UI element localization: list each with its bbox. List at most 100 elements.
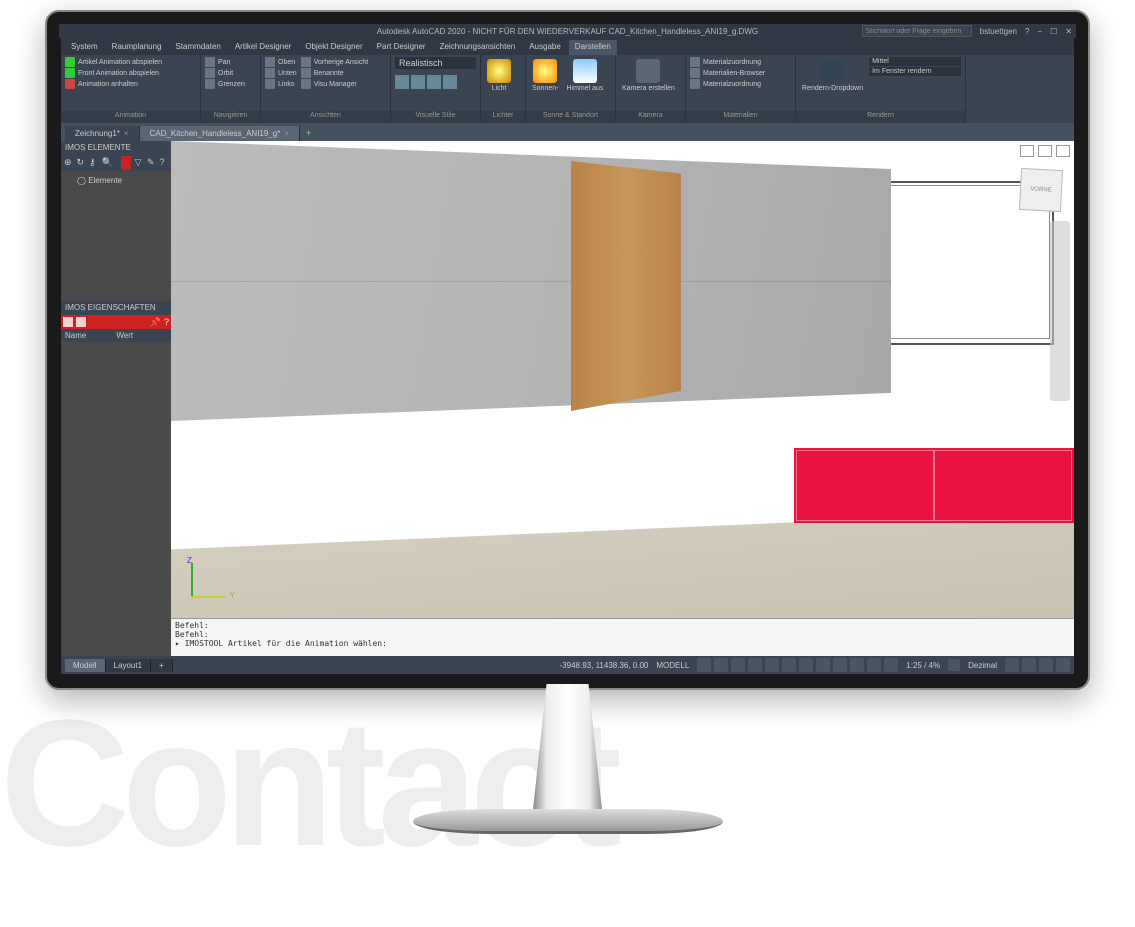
vstyle-icon[interactable] (427, 75, 441, 89)
dyn-toggle-icon[interactable] (799, 658, 813, 672)
new-tab-button[interactable]: + (300, 125, 317, 141)
grid-toggle-icon[interactable] (697, 658, 711, 672)
btn-mat-zuordnung[interactable]: Materialzuordnung (690, 57, 765, 67)
file-tab[interactable]: CAD_Kitchen_Handleless_ANI19_g*× (140, 126, 300, 141)
user-label[interactable]: bstuettgen (980, 27, 1017, 36)
qat-open-icon[interactable] (89, 29, 97, 37)
navigation-bar[interactable] (1050, 221, 1070, 401)
close-icon[interactable]: ✕ (1065, 27, 1072, 36)
tool-icon[interactable] (121, 156, 131, 170)
filter-icon[interactable]: ⚷ (89, 157, 97, 169)
trans-toggle-icon[interactable] (833, 658, 847, 672)
tool-icon[interactable] (63, 317, 73, 327)
btn-prev-view[interactable]: Vorherige Ansicht (301, 57, 368, 67)
vstyle-icon[interactable] (395, 75, 409, 89)
render-quality-dropdown[interactable]: Mittel (869, 57, 961, 66)
btn-links[interactable]: Links (265, 79, 297, 89)
wrench-icon[interactable]: ✎ (147, 157, 155, 169)
model-label[interactable]: MODELL (656, 661, 689, 670)
tree-node[interactable]: ◯ Elemente (65, 175, 167, 186)
file-tab[interactable]: Zeichnung1*× (65, 126, 140, 141)
visual-style-dropdown[interactable]: Realistisch (395, 57, 476, 69)
units-label[interactable]: Dezimal (968, 661, 997, 670)
menu-artikel-designer[interactable]: Artikel Designer (229, 40, 297, 55)
btn-artikel-animation[interactable]: Artikel Animation abspielen (65, 57, 162, 67)
model-tab[interactable]: Modell (65, 659, 106, 672)
qat-share-icon[interactable] (137, 28, 147, 38)
close-tab-icon[interactable]: × (124, 129, 129, 138)
vstyle-icon[interactable] (411, 75, 425, 89)
btn-mat-browser[interactable]: Materialien-Browser (690, 68, 765, 78)
btn-unten[interactable]: Unten (265, 68, 297, 78)
btn-front-animation[interactable]: Front Animation abspielen (65, 68, 162, 78)
btn-oben[interactable]: Oben (265, 57, 297, 67)
btn-visu-mgr[interactable]: Visu Manager (301, 79, 368, 89)
snap-toggle-icon[interactable] (714, 658, 728, 672)
ucs-toggle-icon[interactable] (884, 658, 898, 672)
qat-new-icon[interactable] (77, 29, 85, 37)
close-tab-icon[interactable]: × (284, 129, 289, 138)
gear-icon[interactable] (948, 659, 960, 671)
qat-undo-icon[interactable] (113, 29, 121, 37)
app-icon[interactable] (65, 29, 73, 37)
btn-pause-animation[interactable]: Animation anhalten (65, 79, 162, 89)
scale-label[interactable]: 1:25 / 4% (906, 661, 940, 670)
minimize-vp-icon[interactable] (1020, 145, 1034, 157)
btn-named[interactable]: Benannte (301, 68, 368, 78)
funnel-icon[interactable]: ▽ (135, 157, 143, 169)
status-icon[interactable] (1039, 658, 1053, 672)
search-input[interactable]: Stichwort oder Frage eingeben (862, 25, 972, 37)
maximize-icon[interactable]: ☐ (1050, 27, 1057, 36)
menu-stammdaten[interactable]: Stammdaten (169, 40, 226, 55)
btn-sonnen[interactable]: Sonnen- (530, 57, 560, 109)
menu-ausgabe[interactable]: Ausgabe (523, 40, 567, 55)
3dosnap-toggle-icon[interactable] (867, 658, 881, 672)
status-icon[interactable] (1005, 658, 1019, 672)
add-layout-button[interactable]: + (151, 659, 173, 672)
btn-render[interactable]: Rendern-Dropdown (800, 57, 865, 109)
status-icon[interactable] (1022, 658, 1036, 672)
search-icon[interactable]: 🔍 (101, 157, 112, 169)
btn-himmel[interactable]: Himmel aus (564, 57, 605, 109)
btn-mat-zuordnung2[interactable]: Materialzuordnung (690, 79, 765, 89)
help-icon[interactable]: ? (160, 157, 168, 169)
qat-redo-icon[interactable] (125, 29, 133, 37)
element-tree[interactable]: ◯ Elemente (61, 171, 171, 301)
globe-icon[interactable]: ⊕ (64, 157, 72, 169)
btn-grenzen[interactable]: Grenzen (205, 79, 245, 89)
customize-icon[interactable] (1056, 658, 1070, 672)
ortho-toggle-icon[interactable] (731, 658, 745, 672)
help-icon[interactable]: ? (1025, 27, 1029, 36)
menu-system[interactable]: System (65, 40, 104, 55)
help-icon[interactable]: ? (164, 317, 169, 327)
maximize-vp-icon[interactable] (1038, 145, 1052, 157)
menu-raumplanung[interactable]: Raumplanung (106, 40, 168, 55)
wrench-icon[interactable] (76, 317, 86, 327)
3d-viewport[interactable]: VORNE ZY (171, 141, 1074, 618)
viewcube[interactable]: VORNE (1019, 168, 1063, 212)
lw-toggle-icon[interactable] (816, 658, 830, 672)
vstyle-icon[interactable] (443, 75, 457, 89)
close-vp-icon[interactable] (1056, 145, 1070, 157)
layout-tab[interactable]: Layout1 (106, 659, 151, 672)
btn-pan[interactable]: Pan (205, 57, 245, 67)
btn-kamera[interactable]: Kamera erstellen (620, 57, 677, 109)
minimize-icon[interactable]: − (1037, 27, 1042, 36)
polar-toggle-icon[interactable] (748, 658, 762, 672)
menu-objekt-designer[interactable]: Objekt Designer (299, 40, 368, 55)
render-mode-dropdown[interactable]: Im Fenster rendern (869, 67, 961, 76)
menu-zeichnungsansichten[interactable]: Zeichnungsansichten (434, 40, 522, 55)
qat-save-icon[interactable] (101, 29, 109, 37)
btn-licht[interactable]: Licht (485, 57, 513, 109)
refresh-icon[interactable]: ↻ (76, 157, 84, 169)
menu-darstellen[interactable]: Darstellen (569, 40, 617, 55)
ucs-icon[interactable]: ZY (191, 558, 231, 598)
osnap-toggle-icon[interactable] (765, 658, 779, 672)
command-line[interactable]: Befehl: Befehl: ▸ IMOSTOOL Artikel für d… (171, 618, 1074, 656)
menu-part-designer[interactable]: Part Designer (371, 40, 432, 55)
cycle-toggle-icon[interactable] (850, 658, 864, 672)
cmd-prompt[interactable]: ▸ IMOSTOOL Artikel für die Animation wäh… (175, 639, 1070, 648)
otrack-toggle-icon[interactable] (782, 658, 796, 672)
btn-orbit[interactable]: Orbit (205, 68, 245, 78)
pin-icon[interactable]: 📌 (150, 317, 161, 328)
